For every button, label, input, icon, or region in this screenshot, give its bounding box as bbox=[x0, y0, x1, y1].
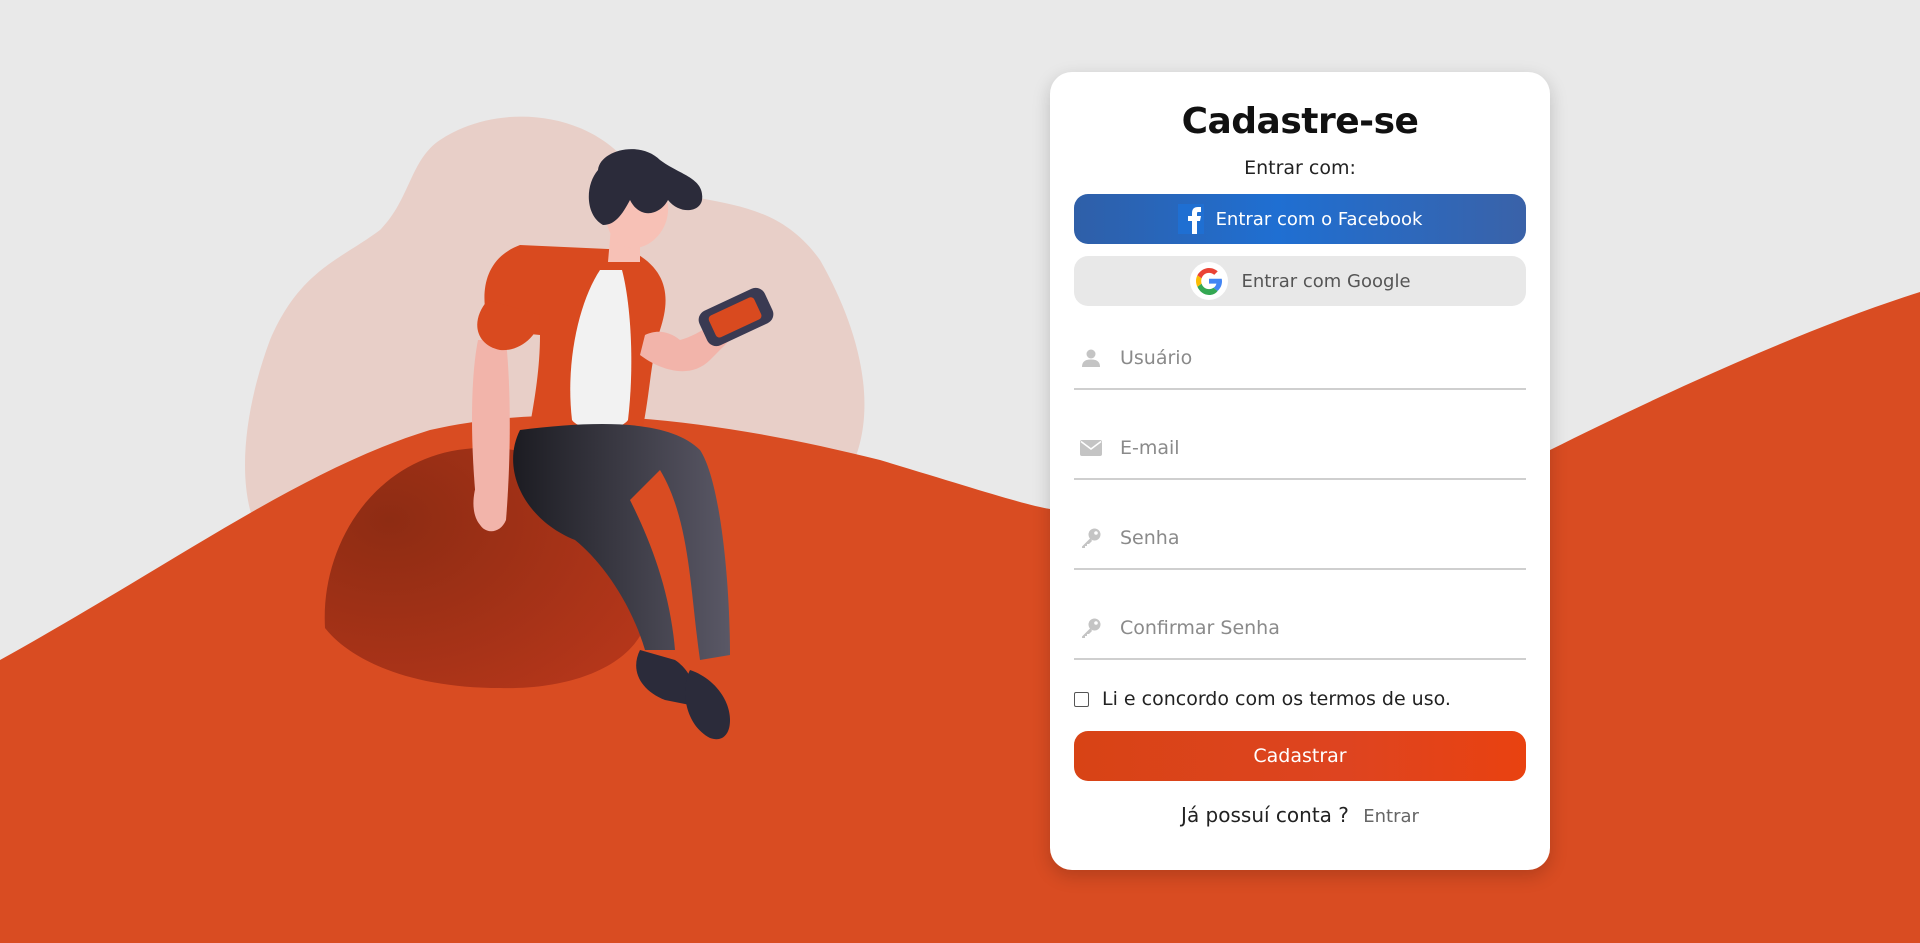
login-prompt: Já possuí conta ? Entrar bbox=[1074, 803, 1526, 827]
facebook-icon bbox=[1177, 204, 1204, 234]
google-login-button[interactable]: Entrar com Google bbox=[1074, 256, 1526, 306]
password-input[interactable] bbox=[1120, 527, 1500, 549]
login-prompt-text: Já possuí conta ? bbox=[1181, 803, 1349, 827]
login-link[interactable]: Entrar bbox=[1363, 806, 1419, 827]
signup-card: Cadastre-se Entrar com: Entrar com o Fac… bbox=[1050, 72, 1550, 870]
register-button[interactable]: Cadastrar bbox=[1074, 731, 1526, 781]
envelope-icon bbox=[1076, 440, 1106, 456]
google-login-label: Entrar com Google bbox=[1241, 270, 1411, 292]
facebook-login-button[interactable]: Entrar com o Facebook bbox=[1074, 194, 1526, 244]
key-icon bbox=[1076, 527, 1106, 549]
confirm-password-input[interactable] bbox=[1120, 617, 1500, 639]
signup-page: Cadastre-se Entrar com: Entrar com o Fac… bbox=[0, 0, 1920, 943]
social-login-label: Entrar com: bbox=[1244, 157, 1356, 179]
username-field bbox=[1074, 328, 1526, 390]
terms-label: Li e concordo com os termos de uso. bbox=[1102, 688, 1451, 710]
email-field bbox=[1074, 418, 1526, 480]
google-icon bbox=[1189, 261, 1229, 301]
email-input[interactable] bbox=[1120, 437, 1500, 459]
terms-checkbox[interactable] bbox=[1074, 691, 1089, 707]
password-field bbox=[1074, 508, 1526, 570]
user-icon bbox=[1076, 348, 1106, 368]
terms-row: Li e concordo com os termos de uso. bbox=[1074, 686, 1526, 712]
facebook-login-label: Entrar com o Facebook bbox=[1215, 208, 1423, 230]
page-title: Cadastre-se bbox=[1181, 101, 1419, 142]
key-icon bbox=[1076, 617, 1106, 639]
confirm-password-field bbox=[1074, 598, 1526, 660]
username-input[interactable] bbox=[1120, 347, 1500, 369]
background-illustration bbox=[0, 116, 1920, 943]
